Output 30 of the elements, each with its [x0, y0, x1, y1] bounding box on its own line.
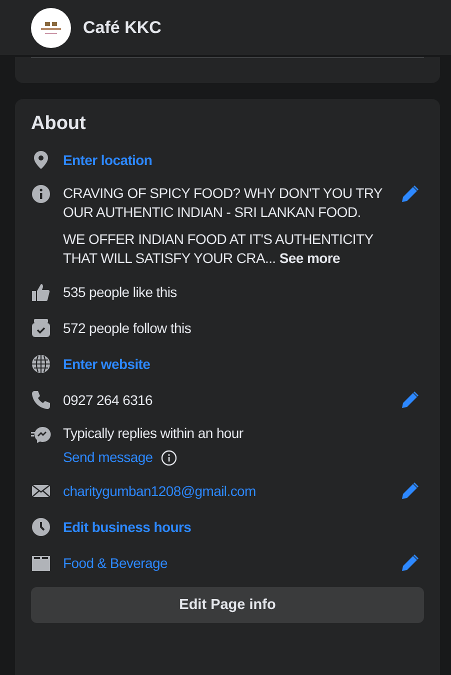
edit-page-info-button[interactable]: Edit Page info	[31, 587, 424, 623]
description-text: WE OFFER INDIAN FOOD AT IT'S AUTHENTICITY THAT WILL SATISFY YOUR CRA... See more	[63, 230, 374, 268]
description-text: CRAVING OF SPICY FOOD? WHY DON'T YOU TRY OUR AUTHENTIC INDIAN - SRI LANKAN FOOD.	[63, 184, 384, 222]
globe-icon	[31, 354, 51, 374]
link[interactable]: charitygumban1208@gmail.com	[63, 482, 256, 498]
info-icon	[31, 184, 51, 204]
edit-icon[interactable]	[400, 184, 420, 204]
thumbs-up-icon	[31, 282, 51, 302]
edit-icon[interactable]	[400, 390, 420, 410]
checked-box-icon	[31, 318, 51, 338]
link[interactable]: Food & Beverage	[63, 554, 168, 570]
info-text: 535 people like this	[63, 284, 177, 300]
phone-icon	[31, 390, 51, 410]
link[interactable]: Send message	[63, 448, 153, 467]
edit-icon[interactable]	[400, 481, 420, 501]
folder-icon	[31, 553, 51, 573]
info-text: 0927 264 6316	[63, 392, 153, 408]
link[interactable]: Enter location	[63, 152, 152, 168]
page-avatar[interactable]	[31, 8, 71, 48]
link[interactable]: Edit business hours	[63, 518, 192, 534]
clock-icon	[31, 517, 51, 537]
edit-icon[interactable]	[400, 553, 420, 573]
info-icon[interactable]	[160, 450, 177, 466]
page-title[interactable]: Café KKC	[83, 18, 162, 38]
messenger-icon	[31, 424, 51, 444]
link[interactable]: Enter website	[63, 356, 150, 372]
response-time-text: Typically replies within an hour	[63, 425, 244, 441]
info-text: 572 people follow this	[63, 320, 192, 336]
section-title: About	[31, 113, 87, 135]
location-pin-icon	[31, 150, 51, 170]
